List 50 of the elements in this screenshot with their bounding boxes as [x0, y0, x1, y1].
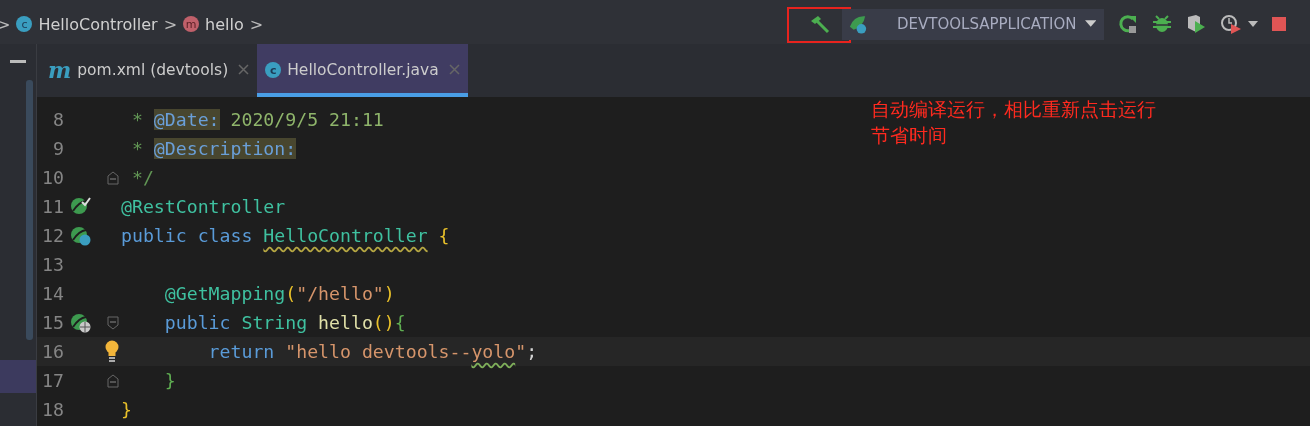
code-line: @RestController: [121, 196, 286, 217]
run-configuration-name: DEVTOOLSAPPLICATION: [896, 15, 1077, 33]
breadcrumb-separator: >: [163, 14, 178, 34]
annotation-note: 自动编译运行，相比重新点击运行 节省时间: [871, 97, 1156, 148]
code-line: return "hello devtools--yolo";: [207, 341, 538, 362]
code-line: */: [130, 167, 154, 188]
spring-app-icon: [848, 13, 869, 35]
run-configuration-dropdown[interactable]: DEVTOOLSAPPLICATION: [842, 8, 1104, 40]
line-number: 12: [41, 225, 64, 246]
breadcrumb-label: HelloController: [38, 14, 158, 34]
line-number: 13: [41, 254, 64, 275]
line-number: 8: [52, 109, 64, 130]
line-number: 10: [41, 167, 64, 188]
breadcrumb-item[interactable]: m hello: [183, 14, 244, 34]
method-marker: m: [183, 16, 200, 32]
editor-tab[interactable]: m pom.xml (devtools): [40, 44, 258, 97]
profiler-icon[interactable]: [1220, 14, 1242, 34]
tab-label: HelloController.java: [287, 61, 439, 79]
code-line: public class HelloController {: [121, 225, 450, 246]
scrollbar[interactable]: [26, 80, 33, 340]
code-line: }: [121, 399, 132, 420]
class-marker: c: [16, 16, 33, 32]
rerun-icon[interactable]: [1118, 14, 1138, 34]
bug-icon[interactable]: [1152, 14, 1172, 34]
file-type-letter: m: [48, 57, 72, 83]
breadcrumb-item[interactable]: c HelloController: [16, 14, 158, 34]
line-number: 18: [41, 399, 64, 420]
line-number: 16: [41, 341, 64, 362]
class-marker: c: [265, 62, 282, 78]
bean-icon[interactable]: [70, 224, 92, 247]
line-number: 14: [41, 283, 64, 304]
line-number: 11: [41, 196, 64, 217]
line-number: 17: [41, 370, 64, 391]
code-line: }: [163, 370, 176, 391]
caret-icon[interactable]: [1248, 20, 1258, 28]
code-line: * @Date: 2020/9/5 21:11: [130, 109, 384, 130]
coverage-icon[interactable]: [1186, 14, 1206, 34]
caret-icon: [1084, 20, 1096, 28]
line-number: 9: [52, 138, 64, 159]
breadcrumb-separator: >: [249, 14, 264, 34]
tab-label: pom.xml (devtools): [77, 61, 229, 79]
breadcrumb-label: hello: [205, 14, 244, 34]
bean-icon[interactable]: [70, 311, 92, 334]
lightbulb-icon[interactable]: [104, 340, 120, 362]
code-line: @GetMapping("/hello"): [163, 283, 395, 304]
selected-row-highlight: [0, 360, 36, 393]
line-number: 15: [41, 312, 64, 333]
code-line: * @Description:: [130, 138, 297, 159]
editor-tab[interactable]: c HelloController.java: [257, 44, 468, 97]
code-line: public String hello(){: [163, 312, 406, 333]
